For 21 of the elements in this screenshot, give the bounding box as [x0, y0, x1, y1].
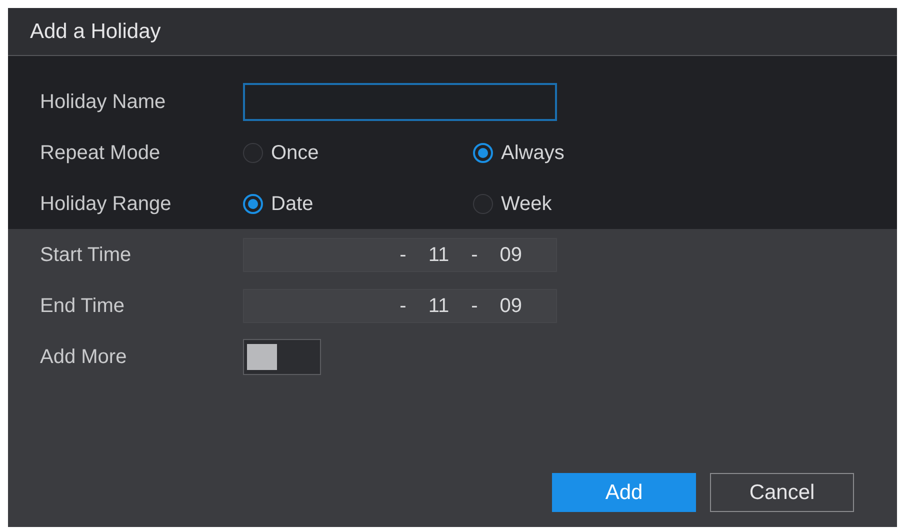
dialog-title: Add a Holiday: [30, 18, 161, 45]
toggle-thumb: [247, 344, 277, 370]
radio-option[interactable]: Date: [243, 188, 473, 218]
radio-icon: [473, 142, 493, 162]
radio-option[interactable]: Always: [473, 138, 703, 168]
holiday-name-input[interactable]: [243, 82, 557, 120]
field-label: Holiday Name: [40, 90, 167, 114]
field-label: End Time: [40, 294, 126, 318]
cancel-button[interactable]: Cancel: [710, 473, 854, 512]
field-label: Start Time: [40, 242, 132, 268]
radio-option[interactable]: Week: [473, 188, 703, 218]
field-label: Holiday Range: [40, 192, 172, 216]
radio-icon: [473, 194, 493, 214]
radio-option[interactable]: Once: [243, 138, 473, 168]
date-field[interactable]: - 11 - 09: [243, 288, 557, 322]
field-label: Add More: [40, 344, 128, 370]
radio-icon: [243, 142, 263, 162]
radio-icon: [243, 194, 263, 214]
toggle-switch[interactable]: [243, 338, 321, 374]
field-label: Repeat Mode: [40, 140, 162, 166]
date-field[interactable]: - 11 - 09: [243, 238, 557, 272]
